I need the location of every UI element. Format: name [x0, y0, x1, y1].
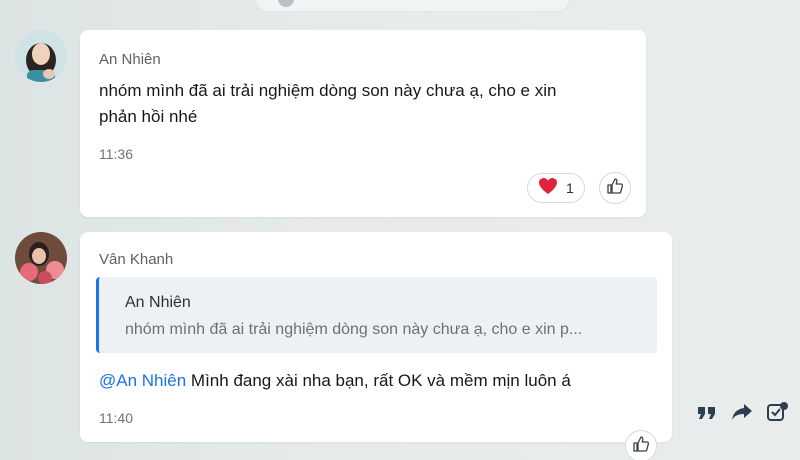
quote-icon[interactable] — [697, 404, 717, 420]
sender-name[interactable]: An Nhiên — [99, 51, 161, 68]
quote-sender: An Nhiên — [125, 294, 191, 311]
checkbox-edit-icon[interactable] — [767, 402, 789, 422]
message-text-line-2: phản hồi nhé — [99, 107, 198, 126]
like-button[interactable] — [599, 172, 631, 204]
quote-text: nhóm mình đã ai trải nghiệm dòng son này… — [125, 321, 583, 338]
message-time: 11:40 — [99, 410, 133, 426]
reaction-count: 1 — [566, 180, 574, 196]
forward-icon[interactable] — [731, 403, 753, 421]
thumbs-up-icon — [632, 435, 650, 458]
message-time: 11:36 — [99, 146, 133, 162]
heart-icon — [538, 177, 558, 200]
mini-avatar — [278, 0, 294, 7]
avatar-van-khanh[interactable] — [15, 232, 67, 284]
message-actions — [697, 402, 789, 422]
previous-message-pill — [255, 0, 570, 12]
like-button[interactable] — [625, 430, 657, 460]
message-bubble-2[interactable]: Vân Khanh An Nhiên nhóm mình đã ai trải … — [80, 232, 672, 442]
reaction-heart[interactable]: 1 — [527, 173, 585, 203]
message-body: Mình đang xài nha bạn, rất OK và mềm mịn… — [186, 371, 571, 390]
thumbs-up-icon — [606, 177, 624, 200]
mention-link[interactable]: @An Nhiên — [99, 371, 186, 390]
message-bubble-1[interactable]: An Nhiên nhóm mình đã ai trải nghiệm dòn… — [80, 30, 646, 217]
message-text: @An Nhiên Mình đang xài nha bạn, rất OK … — [99, 368, 571, 394]
message-text: nhóm mình đã ai trải nghiệm dòng son này… — [99, 78, 634, 130]
quoted-message[interactable]: An Nhiên nhóm mình đã ai trải nghiệm dòn… — [96, 277, 657, 353]
sender-name[interactable]: Vân Khanh — [99, 251, 173, 268]
avatar-an-nhien[interactable] — [15, 30, 67, 82]
message-text-line-1: nhóm mình đã ai trải nghiệm dòng son này… — [99, 81, 557, 100]
